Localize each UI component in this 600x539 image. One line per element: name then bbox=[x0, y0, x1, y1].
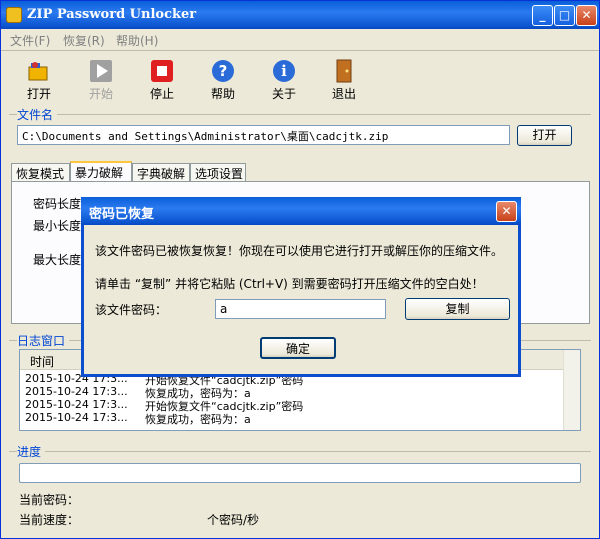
menu-recover[interactable]: 恢复(R) bbox=[63, 32, 105, 49]
tab-brute-force[interactable]: 暴力破解 bbox=[70, 161, 132, 182]
open-tool-label: 打开 bbox=[26, 87, 51, 101]
copy-button[interactable]: 复制 bbox=[405, 298, 510, 320]
log-scrollbar[interactable] bbox=[563, 350, 580, 430]
password-recovered-dialog: 密码已恢复 ✕ 该文件密码已被恢复恢复！你现在可以使用它进行打开或解压你的压缩文… bbox=[81, 197, 521, 377]
app-icon bbox=[6, 7, 22, 23]
min-length-label: 最小长度 bbox=[33, 219, 82, 233]
exit-tool-label: 退出 bbox=[331, 87, 356, 101]
menu-separator bbox=[1, 50, 599, 51]
password-length-label: 密码长度 bbox=[33, 197, 82, 211]
dialog-close-button[interactable]: ✕ bbox=[496, 201, 517, 222]
exit-tool-button[interactable]: 退出 bbox=[324, 59, 364, 102]
help-icon: ? bbox=[212, 60, 234, 82]
max-length-label: 最大长度 bbox=[33, 253, 82, 267]
current-password-label: 当前密码： bbox=[19, 493, 80, 507]
start-tool-button[interactable]: 开始 bbox=[81, 59, 121, 102]
minimize-button[interactable]: _ bbox=[532, 5, 553, 26]
log-message: 恢复成功，密码为：a bbox=[145, 413, 251, 426]
exit-door-icon bbox=[336, 59, 352, 83]
tab-options[interactable]: 选项设置 bbox=[190, 163, 246, 181]
open-folder-icon bbox=[28, 62, 48, 81]
current-speed-label: 当前速度： bbox=[19, 513, 80, 527]
play-icon bbox=[90, 60, 112, 82]
ok-button[interactable]: 确定 bbox=[260, 337, 336, 359]
menu-help[interactable]: 帮助(H) bbox=[116, 32, 158, 49]
svg-text:i: i bbox=[281, 62, 287, 80]
log-time: 2015-10-24 17:3... bbox=[25, 385, 128, 398]
help-tool-button[interactable]: ? 帮助 bbox=[203, 59, 243, 102]
window-title: ZIP Password Unlocker bbox=[27, 7, 197, 22]
recovered-password-field[interactable]: a bbox=[215, 299, 386, 319]
progress-group-label: 进度 bbox=[17, 443, 46, 460]
menu-bar: 文件(F) 恢复(R) 帮助(H) bbox=[1, 29, 599, 49]
maximize-button[interactable]: □ bbox=[554, 5, 575, 26]
browse-open-button[interactable]: 打开 bbox=[517, 125, 572, 146]
start-tool-label: 开始 bbox=[88, 87, 113, 101]
tab-dictionary[interactable]: 字典破解 bbox=[132, 163, 190, 181]
log-time: 2015-10-24 17:3... bbox=[25, 398, 128, 411]
progress-bar bbox=[19, 463, 581, 483]
tab-recovery-mode[interactable]: 恢复模式 bbox=[11, 163, 70, 181]
log-group-label: 日志窗口 bbox=[17, 332, 70, 349]
dialog-title-bar[interactable]: 密码已恢复 ✕ bbox=[81, 197, 521, 225]
log-column-time[interactable]: 时间 bbox=[30, 353, 54, 370]
log-time: 2015-10-24 17:3... bbox=[25, 411, 128, 424]
help-tool-label: 帮助 bbox=[210, 87, 235, 101]
progress-group-line bbox=[9, 451, 591, 452]
open-tool-button[interactable]: 打开 bbox=[19, 59, 59, 102]
dialog-message-2: 请单击 “复制” 并将它粘贴 (Ctrl+V) 到需要密码打开压缩文件的空白处！ bbox=[95, 277, 484, 291]
title-bar[interactable]: ZIP Password Unlocker _ □ ✕ bbox=[1, 1, 599, 29]
dialog-title: 密码已恢复 bbox=[89, 207, 155, 222]
close-button[interactable]: ✕ bbox=[576, 5, 597, 26]
about-tool-button[interactable]: i 关于 bbox=[264, 59, 304, 102]
file-group-line bbox=[9, 114, 591, 115]
speed-unit-label: 个密码/秒 bbox=[207, 513, 260, 527]
info-icon: i bbox=[273, 60, 295, 82]
dialog-message-1: 该文件密码已被恢复恢复！你现在可以使用它进行打开或解压你的压缩文件。 bbox=[95, 244, 504, 258]
stop-tool-button[interactable]: 停止 bbox=[142, 59, 182, 102]
stop-tool-label: 停止 bbox=[149, 87, 174, 101]
about-tool-label: 关于 bbox=[271, 87, 296, 101]
stop-icon bbox=[151, 60, 173, 82]
dialog-password-label: 该文件密码： bbox=[95, 303, 168, 317]
file-group-label: 文件名 bbox=[17, 106, 58, 123]
svg-text:?: ? bbox=[219, 62, 228, 80]
menu-file[interactable]: 文件(F) bbox=[10, 32, 50, 49]
file-path-input[interactable]: C:\Documents and Settings\Administrator\… bbox=[17, 125, 510, 145]
